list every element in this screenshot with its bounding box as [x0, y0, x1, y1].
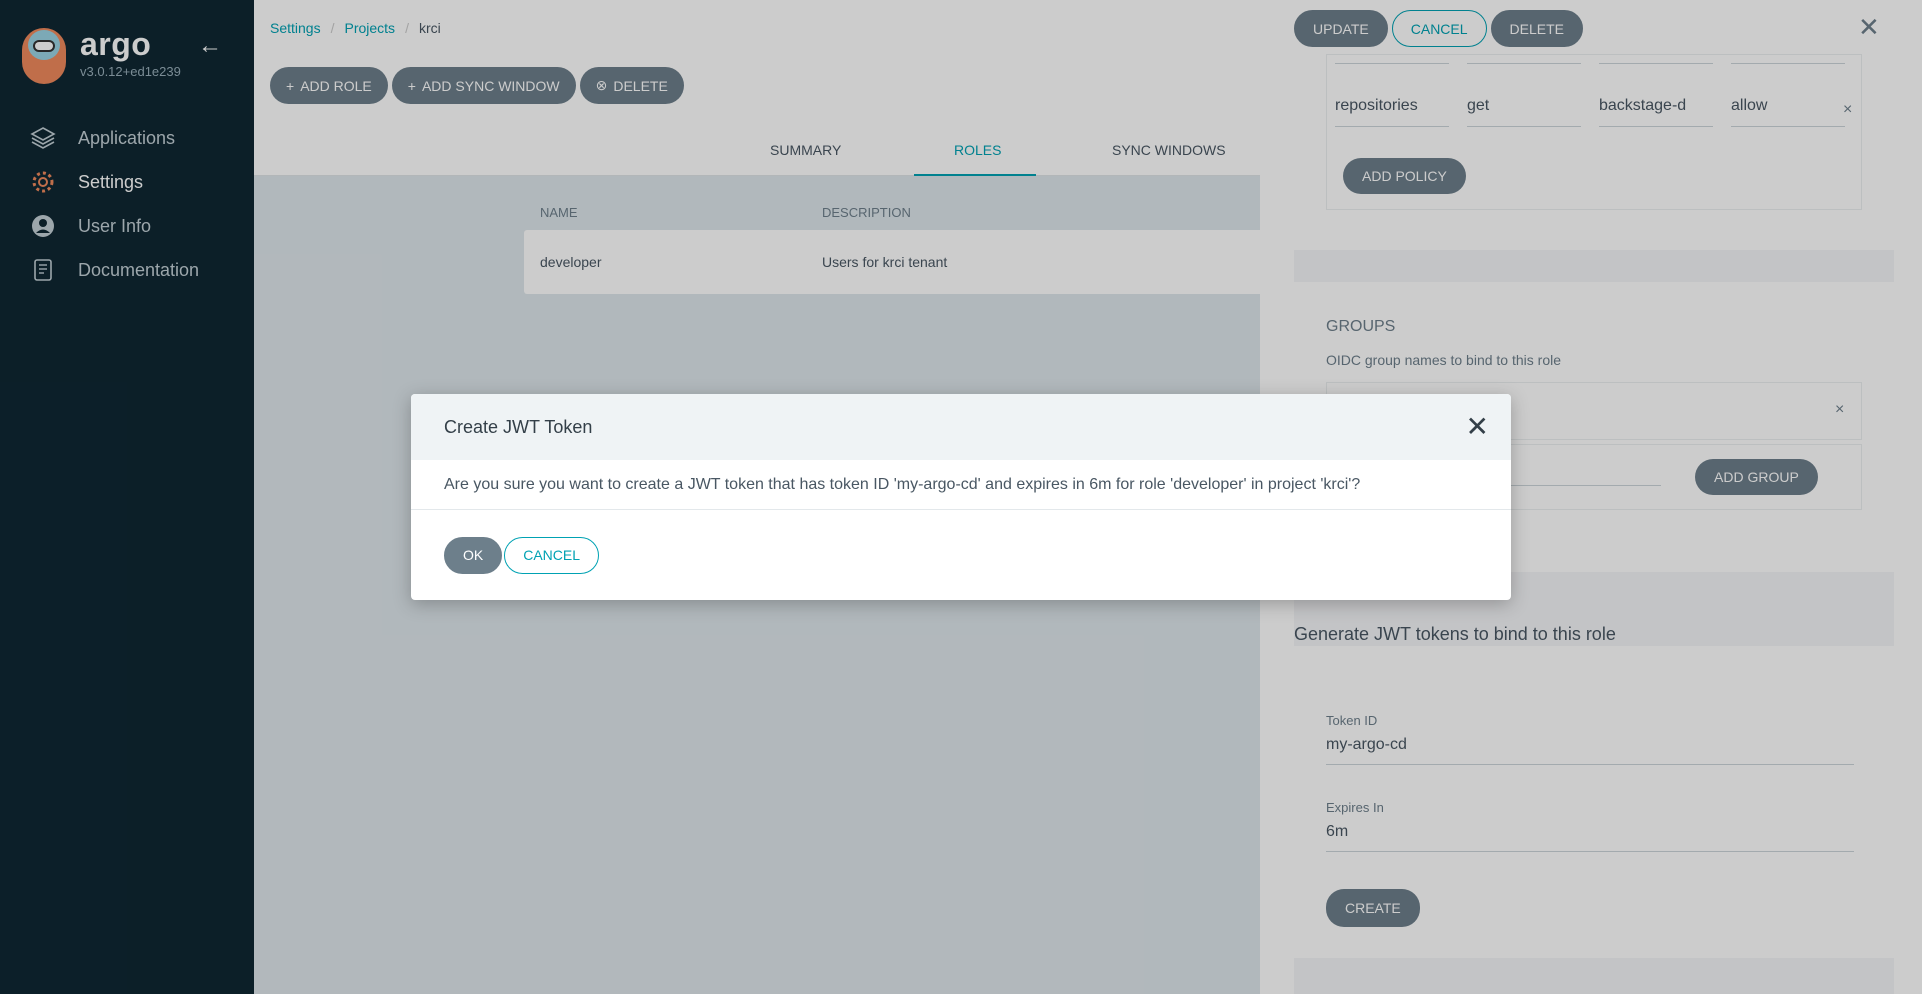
- dialog-title: Create JWT Token: [444, 416, 593, 437]
- dialog-cancel-button[interactable]: CANCEL: [504, 536, 600, 574]
- dialog-message: Are you sure you want to create a JWT to…: [411, 460, 1511, 510]
- close-icon[interactable]: ✕: [1466, 413, 1489, 441]
- create-jwt-token-dialog: Create JWT Token ✕ Are you sure you want…: [411, 394, 1511, 600]
- dialog-header: Create JWT Token ✕: [411, 394, 1511, 460]
- ok-button[interactable]: OK: [444, 536, 503, 574]
- dialog-footer: OK CANCEL: [411, 510, 1511, 600]
